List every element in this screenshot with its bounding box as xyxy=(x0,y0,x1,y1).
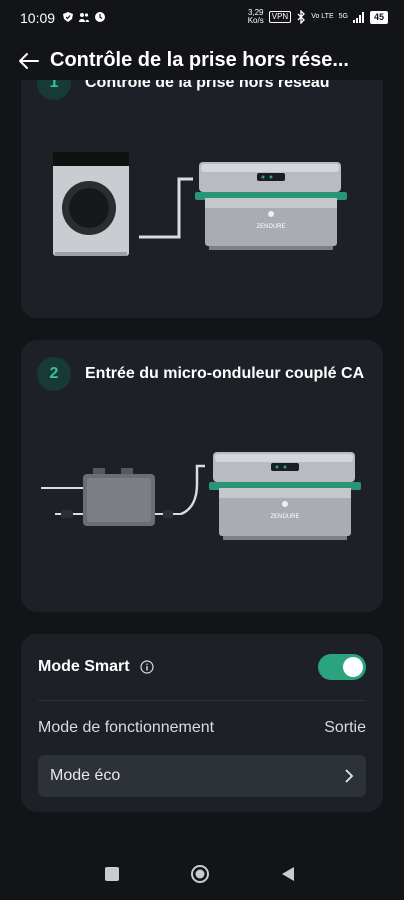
power-station-icon xyxy=(195,162,347,250)
smart-mode-toggle[interactable] xyxy=(318,654,366,680)
bluetooth-icon xyxy=(297,10,306,24)
signal-badge: 5G xyxy=(338,13,348,20)
scroll-content[interactable]: 1 Contrôle de la prise hors réseau ZENDU… xyxy=(0,80,404,900)
brand-text: ZENDURE xyxy=(270,514,299,520)
info-icon[interactable] xyxy=(139,660,154,674)
home-icon[interactable] xyxy=(190,864,210,884)
power-station-icon xyxy=(209,452,361,540)
step-row-2: 2 Entrée du micro-onduleur couplé CA xyxy=(37,357,364,391)
battery-indicator: 45 xyxy=(369,10,388,24)
card-microinverter-input: 2 Entrée du micro-onduleur couplé CA ZEN… xyxy=(21,340,383,612)
eco-mode-button[interactable]: Mode éco xyxy=(38,755,366,797)
recent-apps-icon[interactable] xyxy=(105,867,119,881)
step-label-1: Contrôle de la prise hors réseau xyxy=(85,80,330,91)
page-title: Contrôle de la prise hors rése... xyxy=(50,49,349,71)
status-time: 10:09 xyxy=(20,10,56,26)
back-nav-icon[interactable] xyxy=(281,866,295,882)
shield-icon xyxy=(63,12,73,22)
network-speed: 3,29 Ko/s xyxy=(248,9,264,25)
offgrid-illustration: ZENDURE xyxy=(53,152,347,256)
system-nav-bar xyxy=(0,850,404,900)
brand-text: ZENDURE xyxy=(256,224,285,230)
status-left-icons xyxy=(62,11,106,23)
divider xyxy=(38,700,366,701)
status-bar: 10:09 3,29 Ko/s VPN Vo LTE 5G 45 xyxy=(0,0,404,36)
eco-mode-label: Mode éco xyxy=(50,767,121,784)
smart-mode-label: Mode Smart xyxy=(38,658,130,675)
chevron-right-icon xyxy=(345,769,354,783)
app-header: Contrôle de la prise hors rése... xyxy=(0,44,404,78)
microinverter-illustration: ZENDURE xyxy=(41,452,361,540)
group-icon xyxy=(79,13,89,22)
card-offgrid-control: 1 Contrôle de la prise hors réseau ZENDU… xyxy=(21,80,383,318)
status-right: 3,29 Ko/s VPN Vo LTE 5G 45 xyxy=(248,9,388,25)
signal-icon xyxy=(352,11,364,23)
operating-mode-value: Sortie xyxy=(324,719,366,736)
smart-mode-row: Mode Smart xyxy=(38,654,366,680)
speed-unit: Ko/s xyxy=(247,16,264,25)
back-arrow-icon[interactable] xyxy=(16,48,42,74)
step-row-1: 1 Contrôle de la prise hors réseau xyxy=(37,80,330,100)
microinverter-icon xyxy=(41,468,181,526)
smart-mode-label-wrap: Mode Smart xyxy=(38,658,154,676)
step-label-2: Entrée du micro-onduleur couplé CA xyxy=(85,365,365,382)
vpn-badge: VPN xyxy=(268,11,292,23)
step-number-1: 1 xyxy=(37,80,71,100)
operating-mode-row[interactable]: Mode de fonctionnement Sortie xyxy=(38,718,366,738)
washing-machine-icon xyxy=(53,152,129,256)
operating-mode-label: Mode de fonctionnement xyxy=(38,719,215,736)
lte-badge: Vo LTE xyxy=(311,13,334,20)
card-settings: Mode Smart Mode de fonctionnement Sortie… xyxy=(21,634,383,812)
toggle-knob xyxy=(343,657,363,677)
step-number-2: 2 xyxy=(37,357,71,391)
clock-icon xyxy=(95,12,105,22)
